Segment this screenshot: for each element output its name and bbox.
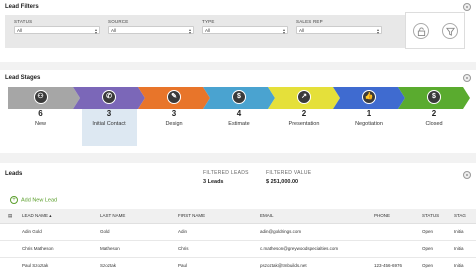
leads-title: Leads (5, 171, 23, 177)
filter-actions (405, 12, 465, 49)
unlock-icon (417, 27, 426, 36)
phone-icon: ✆ (102, 90, 116, 104)
stage-name[interactable]: Presentation (274, 121, 334, 127)
add-new-lead-button[interactable]: + Add New Lead (10, 196, 57, 204)
source-filter-label: SOURCE (108, 19, 129, 24)
leads-table: ▤ LEAD NAME ▴ LAST NAME FIRST NAME EMAIL… (0, 209, 476, 270)
dollar-icon: $ (232, 90, 246, 104)
column-header-stage[interactable]: STAG (454, 209, 476, 224)
sales-rep-filter: SALES REP All ▴ ▾ (296, 19, 382, 35)
row-spacer (0, 257, 22, 270)
table-cell: Open (422, 223, 454, 241)
plus-icon: + (10, 196, 18, 204)
status-filter-label: STATUS (14, 19, 33, 24)
type-select[interactable]: All ▴ ▾ (202, 26, 288, 35)
table-cell: Initia (454, 223, 476, 241)
dollar-icon: $ (427, 90, 441, 104)
stage-count[interactable]: 3 (79, 109, 139, 118)
table-cell: Adin Gold (22, 223, 100, 241)
table-cell (374, 240, 422, 258)
stage-name[interactable]: Estimate (209, 121, 269, 127)
table-cell: Chris Matheson (22, 240, 100, 258)
select-arrows-icon: ▴ ▾ (188, 27, 191, 35)
funnel-icon (446, 27, 455, 36)
table-cell: Open (422, 240, 454, 258)
add-new-lead-label: Add New Lead (21, 197, 58, 204)
table-cell: c.matheson@greywoodspecialties.com (260, 240, 374, 258)
type-filter: TYPE All ▴ ▾ (202, 19, 288, 35)
filtered-leads-value: 3 Leads (203, 179, 224, 185)
stage-count[interactable]: 4 (209, 109, 269, 118)
column-picker-icon[interactable]: ▤ (0, 209, 22, 224)
stage-count[interactable]: 1 (339, 109, 399, 118)
table-cell: Initia (454, 240, 476, 258)
filter-bar: STATUS All ▴ ▾ SOURCE All ▴ ▾ TYPE All ▴ ▾ … (5, 15, 405, 48)
chart-icon: ↗ (297, 90, 311, 104)
table-cell: pszoztak@tmbuilds.net (260, 257, 374, 270)
filtered-leads-label: FILTERED LEADS (203, 170, 249, 176)
lead-stages-title: Lead Stages (5, 75, 41, 81)
select-arrows-icon: ▴ ▾ (94, 27, 97, 35)
lead-filters-panel: Lead Filters STATUS All ▴ ▾ SOURCE All ▴ ▾… (0, 0, 476, 62)
column-header-last-name[interactable]: LAST NAME (100, 209, 178, 224)
table-header-row: ▤ LEAD NAME ▴ LAST NAME FIRST NAME EMAIL… (0, 209, 476, 224)
stage-name[interactable]: Negotiation (339, 121, 399, 127)
column-header-phone[interactable]: PHONE (374, 209, 422, 224)
type-filter-label: TYPE (202, 19, 215, 24)
status-select[interactable]: All ▴ ▾ (14, 26, 100, 35)
select-arrows-icon: ▴ ▾ (376, 27, 379, 35)
stage-name[interactable]: New (11, 121, 71, 127)
thumbs-up-icon: 👍 (362, 90, 376, 104)
row-spacer (0, 223, 22, 241)
source-select[interactable]: All ▴ ▾ (108, 26, 194, 35)
sales-rep-select[interactable]: All ▴ ▾ (296, 26, 382, 35)
apply-filter-button[interactable] (442, 23, 458, 39)
column-header-email[interactable]: EMAIL (260, 209, 374, 224)
stage-count[interactable]: 3 (144, 109, 204, 118)
unlock-filters-button[interactable] (413, 23, 429, 39)
column-header-first-name[interactable]: FIRST NAME (178, 209, 260, 224)
lead-filters-title: Lead Filters (5, 4, 39, 10)
table-row[interactable]: Chris Matheson Matheson Chris c.matheson@gr… (0, 240, 476, 258)
table-cell (374, 223, 422, 241)
table-cell: adin@goldrings.com (260, 223, 374, 241)
stage-name[interactable]: Closed (404, 121, 464, 127)
filtered-value-label: FILTERED VALUE (266, 170, 312, 176)
sales-rep-filter-label: SALES REP (296, 19, 323, 24)
table-cell: Initia (454, 257, 476, 270)
sales-rep-select-value: All (299, 28, 305, 33)
table-cell: Adin (178, 223, 260, 241)
table-cell: Szoztak (100, 257, 178, 270)
stage-name[interactable]: Initial Contact (79, 121, 139, 127)
status-filter: STATUS All ▴ ▾ (14, 19, 100, 35)
source-select-value: All (111, 28, 117, 33)
pencil-icon: ✎ (167, 90, 181, 104)
table-cell: Paul Szoztak (22, 257, 100, 270)
stage-name[interactable]: Design (144, 121, 204, 127)
stage-count[interactable]: 2 (404, 109, 464, 118)
table-cell: Gold (100, 223, 178, 241)
filtered-value-value: $ 251,000.00 (266, 179, 299, 185)
table-row[interactable]: Adin Gold Gold Adin adin@goldrings.com Open I… (0, 223, 476, 241)
gear-icon[interactable] (463, 3, 471, 11)
column-header-status[interactable]: STATUS (422, 209, 454, 224)
table-cell: 123-456-6976 (374, 257, 422, 270)
stage-count[interactable]: 6 (11, 109, 71, 118)
table-cell: Matheson (100, 240, 178, 258)
table-cell: Chris (178, 240, 260, 258)
stage-count[interactable]: 2 (274, 109, 334, 118)
user-icon: ⚇ (33, 90, 48, 104)
table-row[interactable]: Paul Szoztak Szoztak Paul pszoztak@tmbuilds… (0, 257, 476, 270)
row-spacer (0, 240, 22, 258)
table-cell: Open (422, 257, 454, 270)
source-filter: SOURCE All ▴ ▾ (108, 19, 194, 35)
gear-icon[interactable] (463, 171, 471, 179)
select-arrows-icon: ▴ ▾ (282, 27, 285, 35)
status-select-value: All (17, 28, 23, 33)
column-header-lead-name[interactable]: LEAD NAME ▴ (22, 209, 100, 224)
type-select-value: All (205, 28, 211, 33)
table-cell: Paul (178, 257, 260, 270)
gear-icon[interactable] (463, 74, 471, 82)
